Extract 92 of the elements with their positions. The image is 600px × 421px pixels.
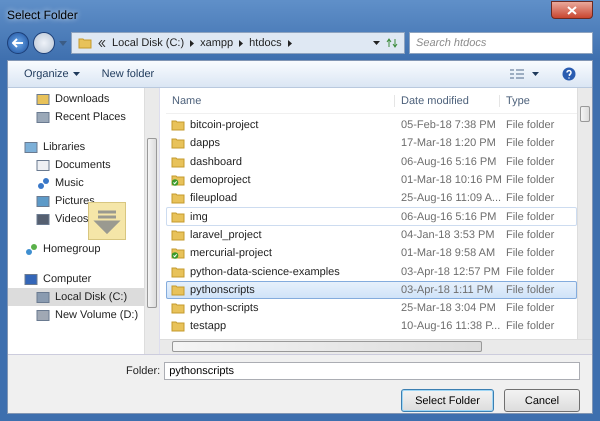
synced-folder-icon <box>171 247 185 260</box>
file-type: File folder <box>506 302 554 314</box>
breadcrumb[interactable]: xampp <box>200 37 234 49</box>
column-header[interactable]: Name <box>166 94 394 106</box>
sidebar-item[interactable]: New Volume (D:) <box>8 306 144 324</box>
select-folder-button[interactable]: Select Folder <box>401 389 494 412</box>
date-modified: 05-Feb-18 7:38 PM <box>401 119 496 132</box>
file-row[interactable]: fileupload 25-Aug-16 11:09 A... File folder <box>166 189 577 208</box>
sidebar-item[interactable]: Music <box>8 174 144 192</box>
column-header[interactable]: Type <box>499 94 569 106</box>
file-type: File folder <box>506 192 554 204</box>
date-modified: 17-Mar-18 1:20 PM <box>401 137 496 150</box>
sidebar-item[interactable]: Recent Places <box>8 108 144 126</box>
file-type: File folder <box>506 228 554 241</box>
breadcrumb[interactable]: Local Disk (C:) <box>112 37 184 49</box>
sidebar-item[interactable]: Local Disk (C:) <box>8 288 144 306</box>
file-type: File folder <box>506 119 554 132</box>
file-row[interactable]: dapps 17-Mar-18 1:20 PM File folder <box>166 134 577 153</box>
file-type: File folder <box>506 247 554 260</box>
close-icon <box>567 6 577 14</box>
sidebar-item[interactable]: Homegroup <box>8 240 144 258</box>
horizontal-scrollbar[interactable] <box>160 339 592 354</box>
help-icon[interactable] <box>562 67 576 81</box>
arrow-left-icon <box>12 38 24 48</box>
file-row[interactable]: pythonscripts 03-Apr-18 1:11 PM File folder <box>166 280 577 299</box>
scrollbar[interactable] <box>577 88 592 339</box>
caret-icon <box>72 72 80 76</box>
file-name: img <box>190 210 208 223</box>
back-button[interactable] <box>7 32 29 54</box>
file-type: File folder <box>506 137 554 150</box>
sidebar-item[interactable]: Documents <box>8 156 144 174</box>
file-row[interactable]: demoproject 01-Mar-18 10:16 PM File folder <box>166 170 577 190</box>
file-type: File folder <box>506 156 554 168</box>
date-modified: 25-Aug-16 11:09 A... <box>401 192 502 204</box>
column-header[interactable]: Date modified <box>394 94 499 106</box>
file-row[interactable]: img 06-Aug-16 5:16 PM File folder <box>166 207 577 226</box>
new-folder-button[interactable]: New folder <box>102 68 154 80</box>
organize-menu-button[interactable]: Organize <box>24 68 80 80</box>
file-name: python-scripts <box>190 302 258 314</box>
file-name: dapps <box>190 137 220 150</box>
date-modified: 25-Mar-18 3:04 PM <box>401 302 496 314</box>
file-type: File folder <box>506 210 554 223</box>
file-name: bitcoin-project <box>190 119 258 132</box>
arrow-right-icon <box>190 40 194 46</box>
close-button[interactable] <box>551 1 593 19</box>
file-name: laravel_project <box>190 228 262 241</box>
synced-folder-icon <box>171 174 185 186</box>
date-modified: 03-Apr-18 1:11 PM <box>401 284 494 296</box>
file-type: File folder <box>506 266 554 278</box>
file-name: mercurial-project <box>190 247 272 260</box>
file-row[interactable]: python-scripts 25-Mar-18 3:04 PM File folder <box>166 298 577 318</box>
sidebar-item[interactable]: Videos <box>8 210 144 228</box>
folder-name-field[interactable]: pythonscripts <box>164 362 580 380</box>
date-modified: 04-Jan-18 3:53 PM <box>401 228 495 241</box>
file-type: File folder <box>506 284 554 296</box>
caret-icon[interactable] <box>373 41 380 45</box>
window-title: Select Folder <box>7 8 78 22</box>
file-row[interactable]: python-data-science-examples 03-Apr-18 12:57 PM File folder <box>166 262 577 281</box>
view-options-icon[interactable] <box>510 69 540 79</box>
address-bar[interactable]: Local Disk (C:) xampp htdocs <box>71 32 405 54</box>
file-name: demoproject <box>190 174 251 186</box>
date-modified: 03-Apr-18 12:57 PM <box>401 266 500 278</box>
file-row[interactable]: bitcoin-project 05-Feb-18 7:38 PM File folder <box>166 116 577 134</box>
chevron-icon <box>98 40 106 46</box>
file-row[interactable]: testapp 10-Aug-16 11:38 P... File folder <box>166 317 577 336</box>
file-name: fileupload <box>190 192 238 204</box>
file-row[interactable]: mercurial-project 01-Mar-18 9:58 AM File folder <box>166 244 577 262</box>
date-modified: 06-Aug-16 5:16 PM <box>401 210 496 223</box>
file-type: File folder <box>506 320 554 332</box>
sidebar-item[interactable]: Computer <box>8 270 144 288</box>
folder-label: Folder: <box>126 365 160 377</box>
file-name: python-data-science-examples <box>190 266 340 278</box>
sidebar-item[interactable]: Libraries <box>8 138 144 156</box>
forward-button[interactable] <box>33 32 55 54</box>
date-modified: 10-Aug-16 11:38 P... <box>401 320 500 332</box>
cancel-button[interactable]: Cancel <box>504 389 580 412</box>
file-row[interactable]: dashboard 06-Aug-16 5:16 PM File folder <box>166 152 577 171</box>
search-field[interactable]: Search htdocs <box>409 32 593 54</box>
file-row[interactable]: laravel_project 04-Jan-18 3:53 PM File folder <box>166 226 577 244</box>
arrow-right-icon <box>239 40 244 46</box>
scrollbar[interactable] <box>144 88 159 354</box>
sidebar-item[interactable]: Downloads <box>8 90 144 108</box>
arrow-right-icon <box>288 40 292 46</box>
date-modified: 06-Aug-16 5:16 PM <box>401 156 496 168</box>
file-name: pythonscripts <box>190 284 255 296</box>
file-name: dashboard <box>190 156 242 168</box>
file-type: File folder <box>506 174 554 186</box>
date-modified: 01-Mar-18 10:16 PM <box>401 174 502 186</box>
breadcrumb[interactable]: htdocs <box>249 37 282 49</box>
refresh-icon[interactable] <box>386 38 398 48</box>
date-modified: 01-Mar-18 9:58 AM <box>401 247 496 260</box>
file-name: testapp <box>190 320 226 332</box>
